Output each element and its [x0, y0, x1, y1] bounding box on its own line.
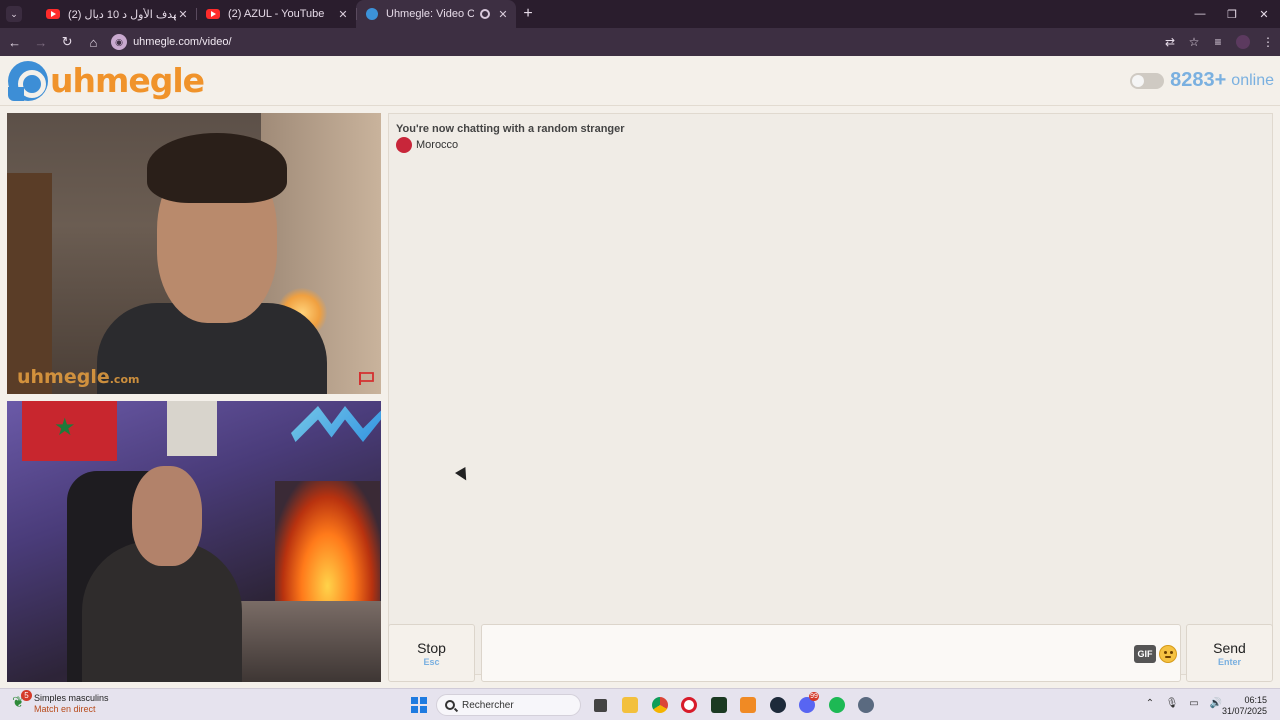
opera-icon[interactable] — [675, 694, 705, 716]
tab-3-active[interactable]: Uhmegle: Video Chat | Ome ✕ — [356, 0, 516, 28]
uhmegle-icon — [366, 8, 378, 20]
widget-line-2: Match en direct — [34, 704, 96, 714]
online-label: online — [1231, 71, 1274, 89]
stranger-country: Morocco — [396, 137, 458, 153]
tab-search-icon[interactable]: ⌄ — [6, 6, 22, 22]
logo-text: uhmegle — [50, 61, 205, 100]
clock-date: 31/07/2025 — [1221, 706, 1267, 716]
tab-title: (2) AZUL - YouTube — [228, 8, 325, 20]
discord-icon[interactable]: 99 — [793, 692, 823, 716]
windows-start-icon[interactable] — [411, 697, 427, 713]
chevron-up-icon[interactable]: ⌃ — [1142, 698, 1158, 709]
stop-label: Stop — [417, 639, 446, 656]
clock-time: 06:15 — [1244, 695, 1267, 705]
tab-title: (2) حققت الهدف الأول د 10 ديال — [68, 8, 176, 21]
file-explorer-icon[interactable] — [616, 694, 646, 716]
theme-toggle[interactable] — [1130, 72, 1165, 89]
site-info-icon[interactable]: ◉ — [111, 34, 128, 50]
country-name: Morocco — [416, 139, 459, 151]
widgets-news[interactable]: 5 Simples masculins Match en direct — [12, 690, 109, 715]
chat-log: You're now chatting with a random strang… — [388, 113, 1273, 675]
report-flag-icon[interactable] — [358, 371, 375, 386]
taskbar-search[interactable]: Rechercher — [436, 694, 581, 716]
media-control-icon[interactable]: ≡ — [1206, 35, 1230, 49]
send-button[interactable]: Send Enter — [1186, 624, 1273, 682]
tab-2[interactable]: (2) AZUL - YouTube ✕ — [196, 0, 356, 28]
site-header: uhmegle 8283+ online — [0, 56, 1280, 106]
uhmegle-logo-icon — [8, 61, 48, 101]
recording-icon — [480, 9, 490, 19]
close-icon[interactable]: ✕ — [336, 8, 350, 21]
close-window-icon[interactable]: ✕ — [1248, 0, 1280, 28]
windows-taskbar: 5 Simples masculins Match en direct Rech… — [0, 688, 1280, 720]
browser-tab-strip: ⌄ (2) حققت الهدف الأول د 10 ديال ✕ (2) A… — [0, 0, 1280, 28]
window-controls: — ❐ ✕ — [1184, 0, 1280, 28]
restore-icon[interactable]: ❐ — [1216, 0, 1248, 28]
profile-avatar-icon[interactable] — [1236, 35, 1250, 49]
tab-1[interactable]: (2) حققت الهدف الأول د 10 ديال ✕ — [36, 0, 196, 28]
home-icon[interactable]: ⌂ — [82, 35, 105, 50]
uhmegle-page: uhmegle 8283+ online uhmegle.com You're … — [0, 56, 1280, 688]
task-view-icon[interactable] — [586, 694, 616, 716]
microphone-icon[interactable]: 🎙 — [1164, 698, 1180, 709]
forward-icon[interactable]: → — [29, 35, 52, 50]
spotify-icon[interactable] — [822, 694, 852, 716]
stop-shortcut: Esc — [423, 656, 440, 667]
gif-button[interactable]: GIF — [1134, 645, 1156, 663]
minimize-icon[interactable]: — — [1184, 0, 1216, 28]
clock[interactable]: 06:15 31/07/2025 — [1222, 695, 1267, 717]
browser-toolbar: ← → ↻ ⌂ ◉ uhmegle.com/video/ ⇄ ☆ ≡ ⋮ — [0, 28, 1280, 56]
stranger-video: uhmegle.com — [7, 113, 381, 394]
app-a-icon[interactable] — [734, 694, 764, 716]
search-placeholder: Rechercher — [462, 699, 514, 711]
country-flag-icon — [396, 137, 412, 153]
send-label: Send — [1213, 639, 1246, 656]
uhmegle-watermark: uhmegle.com — [17, 366, 140, 388]
emoji-icon[interactable] — [1159, 645, 1177, 663]
morocco-flag-decor — [22, 401, 117, 461]
toolbar-actions: ⇄ ☆ ≡ ⋮ — [1158, 35, 1280, 49]
menu-kebab-icon[interactable]: ⋮ — [1256, 35, 1280, 49]
stop-button[interactable]: Stop Esc — [388, 624, 475, 682]
tennis-news-icon: 5 — [12, 690, 32, 711]
taskbar-apps: 99 — [586, 692, 882, 716]
message-input[interactable]: GIF — [481, 624, 1181, 682]
uhmegle-logo[interactable]: uhmegle — [8, 61, 205, 101]
youtube-icon — [46, 9, 60, 19]
online-count: 8283+ — [1170, 69, 1227, 91]
chat-intro-text: You're now chatting with a random strang… — [396, 123, 625, 135]
translate-icon[interactable]: ⇄ — [1158, 35, 1182, 49]
network-icon[interactable]: ▭ — [1186, 698, 1202, 709]
close-icon[interactable]: ✕ — [176, 8, 190, 21]
new-tab-button[interactable]: + — [516, 5, 540, 23]
reload-icon[interactable]: ↻ — [56, 34, 79, 50]
back-icon[interactable]: ← — [3, 35, 26, 50]
self-video — [7, 401, 381, 682]
send-shortcut: Enter — [1217, 656, 1241, 667]
bookmark-star-icon[interactable]: ☆ — [1182, 35, 1206, 49]
steam-icon[interactable] — [763, 694, 793, 716]
search-icon — [445, 700, 455, 710]
chat-controls: Stop Esc GIF Send Enter — [388, 624, 1273, 682]
settings-gear-icon[interactable] — [852, 694, 882, 716]
system-tray: ⌃ 🎙 ▭ 🔊 — [1142, 698, 1224, 709]
widget-line-1: Simples masculins — [34, 693, 109, 703]
address-bar[interactable]: ◉ uhmegle.com/video/ — [111, 31, 1158, 53]
terminal-icon[interactable] — [704, 694, 734, 716]
youtube-icon — [206, 9, 220, 19]
close-icon[interactable]: ✕ — [496, 8, 510, 21]
chrome-icon[interactable] — [645, 694, 675, 716]
online-counter: 8283+ online — [1130, 69, 1274, 92]
tab-title: Uhmegle: Video Chat | Ome — [386, 8, 474, 20]
url-text[interactable]: uhmegle.com/video/ — [133, 36, 231, 48]
